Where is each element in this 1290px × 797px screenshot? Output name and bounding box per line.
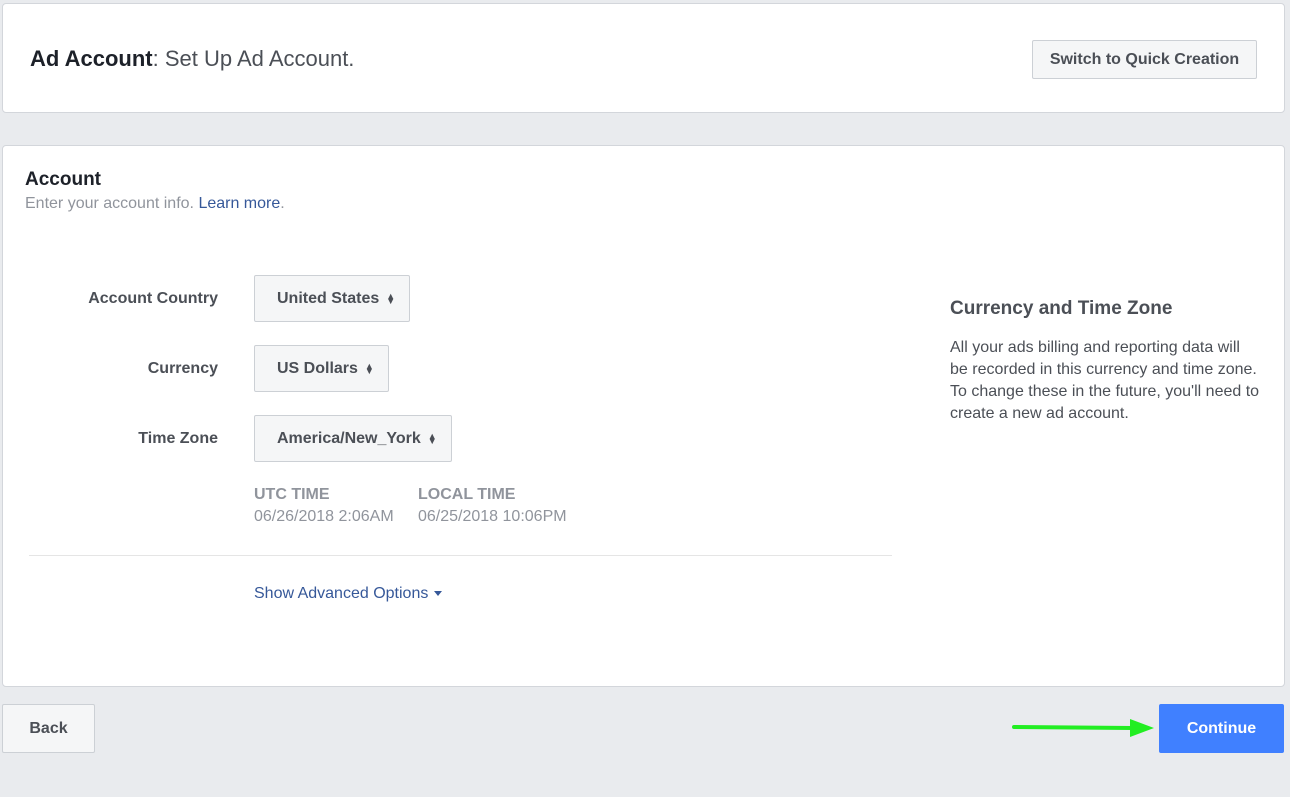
subtitle-end: . — [280, 195, 285, 212]
learn-more-link[interactable]: Learn more — [198, 195, 280, 212]
show-advanced-options-label: Show Advanced Options — [254, 585, 429, 602]
account-country-select[interactable]: United States ▲ ▼ — [254, 275, 411, 322]
caret-down-icon — [434, 591, 443, 597]
utc-time-block: UTC TIME 06/26/2018 2:06AM — [254, 486, 394, 526]
currency-value: US Dollars — [277, 359, 358, 377]
utc-time-label: UTC TIME — [254, 486, 330, 503]
account-country-label: Account Country — [88, 290, 218, 307]
time-zone-value: America/New_York — [277, 429, 421, 447]
continue-button[interactable]: Continue — [1159, 704, 1284, 753]
account-country-value: United States — [277, 289, 380, 307]
currency-label: Currency — [147, 360, 218, 377]
account-section-title: Account — [25, 169, 101, 190]
divider — [29, 555, 892, 556]
currency-time-zone-title: Currency and Time Zone — [950, 298, 1173, 319]
up-down-arrows-icon: ▲ ▼ — [427, 430, 437, 446]
time-zone-select[interactable]: America/New_York ▲ ▼ — [254, 415, 452, 462]
currency-time-zone-text: All your ads billing and reporting data … — [950, 339, 1260, 422]
back-button[interactable]: Back — [2, 704, 95, 753]
up-down-arrows-icon: ▲ ▼ — [386, 290, 396, 306]
header-card: Ad Account: Set Up Ad Account. Switch to… — [2, 3, 1285, 113]
show-advanced-options-link[interactable]: Show Advanced Options — [254, 585, 443, 603]
time-zone-label: Time Zone — [138, 430, 218, 447]
local-time-value: 06/25/2018 10:06PM — [418, 508, 567, 525]
local-time-label: LOCAL TIME — [418, 486, 516, 503]
page-title: Ad Account: Set Up Ad Account. — [30, 46, 354, 72]
page-title-rest: : Set Up Ad Account. — [152, 46, 355, 71]
switch-to-quick-creation-button[interactable]: Switch to Quick Creation — [1032, 40, 1257, 79]
up-down-arrows-icon: ▲ ▼ — [364, 360, 374, 376]
page-title-bold: Ad Account — [30, 46, 153, 71]
account-card: Account Enter your account info. Learn m… — [2, 145, 1285, 687]
green-arrow-icon — [1012, 719, 1154, 737]
account-section-subtitle: Enter your account info. Learn more. — [25, 195, 285, 213]
local-time-block: LOCAL TIME 06/25/2018 10:06PM — [418, 486, 567, 526]
currency-select[interactable]: US Dollars ▲ ▼ — [254, 345, 389, 392]
utc-time-value: 06/26/2018 2:06AM — [254, 508, 394, 525]
subtitle-text: Enter your account info. — [25, 195, 194, 212]
